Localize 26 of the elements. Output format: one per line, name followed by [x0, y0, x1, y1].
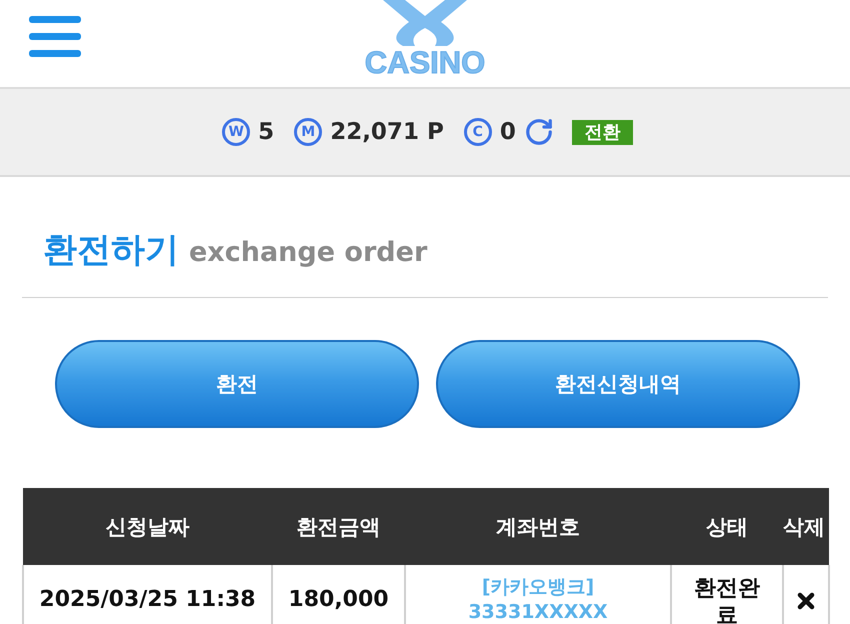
page-title: 환전하기	[43, 229, 179, 271]
page-subtitle: exchange order	[189, 237, 428, 268]
coin-badge: M	[294, 118, 322, 146]
balance-value: 22,071 P	[330, 119, 444, 145]
coin-badge: C	[464, 118, 492, 146]
logo-text: CASINO	[364, 48, 486, 78]
balance-value: 0	[500, 119, 516, 145]
column-header: 계좌번호	[405, 488, 671, 565]
column-header: 상태	[671, 488, 783, 565]
menu-icon	[29, 14, 81, 58]
action-button[interactable]: 환전신청내역	[436, 340, 800, 428]
refresh-icon	[524, 117, 554, 147]
account-number: 33331XXXXX	[468, 600, 608, 624]
balance-value: 5	[258, 119, 274, 145]
action-button[interactable]: 환전	[55, 340, 419, 428]
date-cell: 2025/03/25 11:38	[39, 587, 256, 612]
column-header: 신청날짜	[23, 488, 272, 565]
column-header: 환전금액	[272, 488, 405, 565]
status-text: 환전완료	[693, 575, 761, 624]
menu-button[interactable]	[29, 14, 81, 58]
column-header: 삭제	[783, 488, 829, 565]
amount-cell: 180,000	[288, 587, 389, 612]
convert-button[interactable]: 전환	[572, 120, 633, 144]
refresh-button[interactable]	[524, 117, 554, 147]
coin-badge: W	[222, 118, 250, 146]
bank-name: [카카오뱅크]	[482, 575, 594, 599]
